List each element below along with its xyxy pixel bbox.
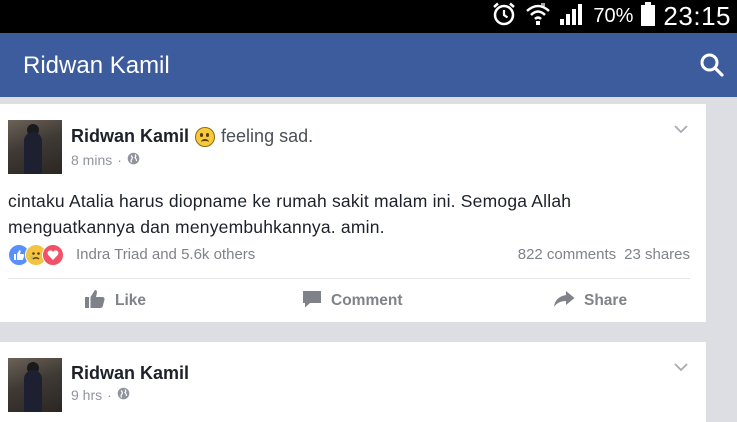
shares-count[interactable]: 23 shares [624, 246, 690, 263]
post-time[interactable]: 8 mins [71, 152, 112, 168]
wifi-icon [525, 1, 551, 32]
post-header: Ridwan Kamil [71, 363, 189, 384]
author-name[interactable]: Ridwan Kamil [71, 363, 189, 384]
share-label: Share [584, 292, 628, 309]
battery-icon [641, 2, 656, 31]
sad-face-icon [195, 126, 216, 147]
reactions-row: Indra Triad and 5.6k others 822 comments… [8, 242, 690, 266]
feeling-text: feeling sad. [221, 126, 314, 146]
avatar[interactable] [8, 358, 62, 412]
globe-icon [127, 152, 140, 168]
divider [8, 278, 690, 279]
battery-percent: 70% [593, 5, 634, 27]
post-actions: Like Comment Share [0, 280, 706, 322]
author-name[interactable]: Ridwan Kamil [71, 126, 189, 147]
meta-separator: · [107, 387, 112, 403]
post-header: Ridwan Kamil feeling sad. [71, 126, 313, 147]
meta-separator: · [117, 152, 122, 168]
post-meta: 8 mins · [71, 152, 140, 168]
reactions-summary[interactable]: Indra Triad and 5.6k others [76, 246, 255, 263]
post-time[interactable]: 9 hrs [71, 387, 102, 403]
alarm-icon [491, 1, 517, 32]
status-icons: 70% 23:15 [491, 0, 731, 33]
post-text: cintaku Atalia harus diopname ke rumah s… [8, 191, 572, 237]
comment-icon [302, 289, 322, 314]
globe-icon [117, 387, 130, 403]
signal-icon [559, 2, 585, 31]
chevron-down-icon[interactable] [674, 360, 688, 374]
avatar-figure [24, 370, 42, 412]
app-bar: Ridwan Kamil [0, 33, 737, 97]
post-card: Ridwan Kamil feeling sad. 8 mins · cinta… [0, 104, 706, 322]
avatar[interactable] [8, 120, 62, 174]
thumbs-up-icon [84, 289, 106, 314]
status-bar: 70% 23:15 [0, 0, 737, 33]
post-card: Ridwan Kamil 9 hrs · [0, 342, 706, 422]
post-meta: 9 hrs · [71, 387, 130, 403]
search-icon[interactable] [699, 52, 725, 78]
love-icon [42, 244, 64, 266]
chevron-down-icon[interactable] [674, 122, 688, 136]
reaction-icons[interactable] [8, 244, 64, 266]
clock-time: 23:15 [663, 1, 731, 31]
comments-count[interactable]: 822 comments [518, 246, 616, 263]
share-arrow-icon [553, 290, 575, 313]
engagement-counts: 822 comments 23 shares [518, 246, 690, 263]
like-label: Like [115, 292, 147, 309]
share-button[interactable]: Share [553, 280, 627, 322]
page-title: Ridwan Kamil [23, 52, 170, 79]
avatar-figure [24, 132, 42, 174]
comment-label: Comment [331, 292, 403, 309]
like-button[interactable]: Like [84, 280, 146, 322]
comment-button[interactable]: Comment [302, 280, 402, 322]
